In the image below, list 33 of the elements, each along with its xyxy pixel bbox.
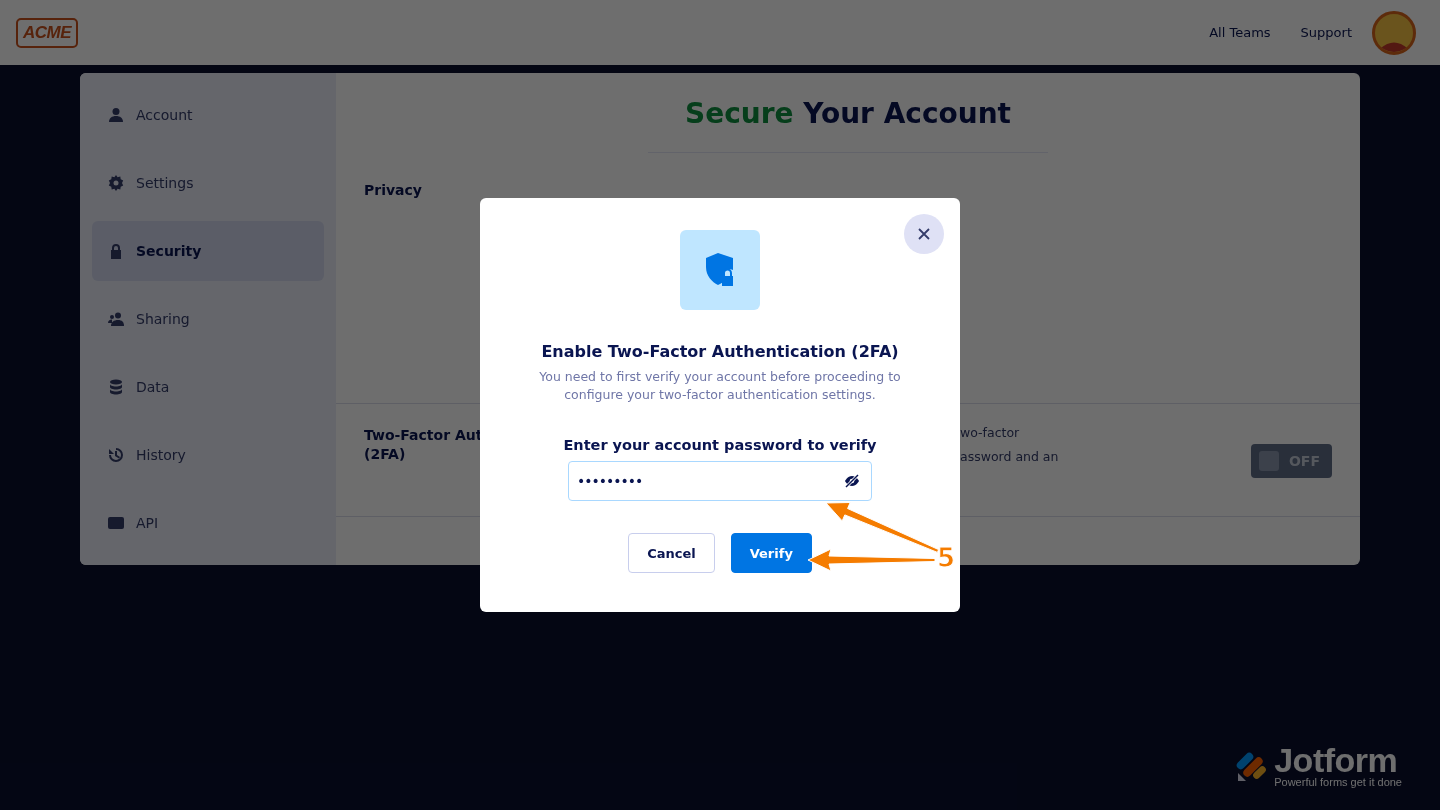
sidebar-item[interactable]: Sharing (92, 289, 324, 349)
person-icon (108, 107, 124, 123)
sidebar-item[interactable]: Security (92, 221, 324, 281)
page-title: Secure Your Account (648, 97, 1048, 153)
section-description: wo-factor assword and an (960, 424, 1059, 466)
sidebar-item[interactable]: API (92, 493, 324, 553)
lock-icon (108, 243, 124, 259)
step-number: 5 (937, 542, 956, 574)
field-label: Enter your account password to verify (563, 437, 877, 453)
gear-icon (108, 175, 124, 191)
sidebar-item[interactable]: Data (92, 357, 324, 417)
close-icon (918, 228, 930, 240)
dialog-title: Enable Two-Factor Authentication (2FA) (541, 342, 899, 361)
sidebar-item[interactable]: Account (92, 85, 324, 145)
eye-slash-icon[interactable] (844, 473, 860, 489)
people-icon (108, 311, 124, 327)
clock-icon (108, 447, 124, 463)
acme-logo[interactable]: ACME (16, 17, 79, 48)
sidebar-item[interactable]: Settings (92, 153, 324, 213)
sidebar-item[interactable]: History (92, 425, 324, 485)
nav-link[interactable]: Support (1300, 25, 1352, 40)
cancel-button[interactable]: Cancel (628, 533, 715, 573)
avatar[interactable] (1372, 10, 1416, 55)
brand-name: Jotform (1274, 741, 1398, 779)
section-label: Privacy (364, 181, 423, 200)
nav-link[interactable]: All Teams (1209, 25, 1271, 40)
password-field[interactable]: ••••••••• (568, 461, 872, 501)
verify-button[interactable]: Verify (730, 533, 812, 573)
dialog-description: You need to first verify your account before proceeding to configure your two-factor authentication settings. (538, 368, 902, 404)
brand-tagline: Powerful forms get it done (1274, 776, 1402, 788)
close-button[interactable] (904, 214, 944, 254)
shield-lock-icon (704, 252, 736, 288)
database-icon (108, 379, 124, 395)
